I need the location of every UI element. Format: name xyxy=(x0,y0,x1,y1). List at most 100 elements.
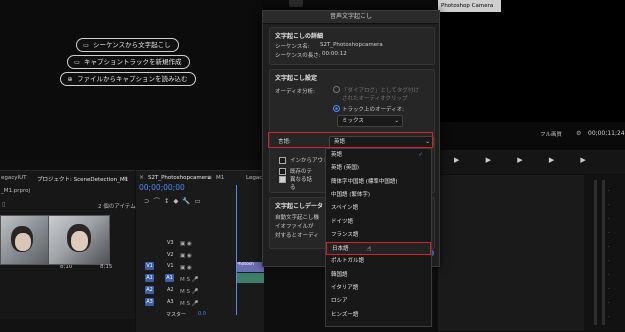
section-title: 文字起こしデータ xyxy=(275,203,324,210)
radio-dialogue-label-2: されたオーディオクリップ xyxy=(342,96,408,102)
timeline-clip-video[interactable]: Photosh xyxy=(236,262,264,272)
transcribe-sequence-button[interactable]: ▭ シーケンスから文字起こし xyxy=(76,38,179,52)
audio-meters: ---------- xyxy=(584,175,625,331)
seq-name-label: シーケンス名: xyxy=(275,44,310,50)
language-option[interactable]: フランス語 xyxy=(326,229,431,242)
speaker-label: 異なる話 xyxy=(290,177,313,183)
section-title: 文字起こし設定 xyxy=(275,75,318,82)
language-option[interactable]: 英語 ✓ xyxy=(326,149,431,162)
timeline-right-area xyxy=(438,175,584,331)
menu-icon[interactable]: ≡ xyxy=(123,175,128,182)
language-option[interactable]: ヒンズー語 xyxy=(326,309,431,322)
language-option[interactable]: 韓国語 xyxy=(326,269,431,282)
master-value[interactable]: 0.0 xyxy=(198,311,206,317)
drag-handle[interactable] xyxy=(289,0,303,7)
radio-dialogue-label: 「ダイアログ」としてタグ付け xyxy=(342,88,419,94)
timeline-timecode[interactable]: 00;00;00;00 xyxy=(139,183,185,192)
program-frame xyxy=(438,0,625,122)
settings-icon[interactable]: ⚙ xyxy=(576,130,581,137)
fit-label[interactable]: フル画質 xyxy=(540,130,562,138)
language-option[interactable]: 簡体字中国語 (標準中国語) xyxy=(326,176,431,189)
track-select[interactable]: ミックス ⌄ xyxy=(337,115,403,127)
checkmark-icon: ✓ xyxy=(418,152,423,158)
language-option[interactable]: 英語 (英国) xyxy=(326,162,431,175)
seq-length-value: 00:00:12 xyxy=(322,51,347,57)
timeline-clip-audio[interactable] xyxy=(236,273,264,283)
import-captions-label: ファイルからキャプションを読み込む xyxy=(77,75,188,83)
language-option[interactable]: ロシア xyxy=(326,295,431,308)
track-a2: A2 xyxy=(167,287,174,293)
a3-source-target[interactable]: A3 xyxy=(145,298,154,306)
audio-analysis-label: オーディオ分析: xyxy=(275,89,315,95)
project-panel: egacyIUT プロジェクト: SceneDetection_M1 ≡ _M1… xyxy=(0,170,136,332)
caption-icon: ▭ xyxy=(83,42,89,49)
timeline-tools: ⊃⌒↕◆🔧▭ xyxy=(144,197,205,205)
a1-track-target[interactable]: A1 xyxy=(165,274,174,282)
language-option[interactable]: ドイツ語 xyxy=(326,216,431,229)
track-v1: V1 xyxy=(167,263,174,269)
data-desc-1: 自動文字起こし機 xyxy=(275,215,320,221)
in-out-checkbox[interactable] xyxy=(279,157,286,164)
language-option[interactable]: 中国語 (繁体字) xyxy=(326,189,431,202)
a1-source-target[interactable]: A1 xyxy=(145,274,154,282)
language-row-highlight xyxy=(268,132,433,148)
data-desc-2: イオファイルが xyxy=(275,224,314,230)
project-file-name: _M1.prproj xyxy=(1,188,31,194)
language-option[interactable]: スペイン語 xyxy=(326,202,431,215)
language-option[interactable]: イタリア語 xyxy=(326,282,431,295)
panel-footer xyxy=(0,319,135,332)
language-option-japanese[interactable]: 日本語 ☝ xyxy=(326,242,431,256)
program-title: Photoshop Camera xyxy=(438,0,501,12)
seq-name-value: S2T_Photoshopcamera xyxy=(320,42,383,48)
folder-icon: ▯ xyxy=(2,201,6,208)
track-controls[interactable]: ▣ ◉ ▣ ◉ ▣ ◉ M S 🎤 M S 🎤 M S 🎤 xyxy=(180,238,199,310)
chevron-down-icon: ⌄ xyxy=(394,118,399,124)
language-dropdown: 英語 ✓ 英語 (英国) 簡体字中国語 (標準中国語) 中国語 (繁体字) スペイ… xyxy=(325,148,432,327)
section-title: 文字起こしの詳細 xyxy=(275,33,324,40)
close-icon[interactable]: × xyxy=(139,174,144,181)
transport-controls[interactable]: ▶ ▶ ▶ ▶ ▶ xyxy=(454,156,598,164)
import-captions-button[interactable]: ⊕ ファイルからキャプションを読み込む xyxy=(60,72,196,86)
clip-thumbnail-2[interactable] xyxy=(48,215,110,265)
new-caption-track-label: キャプショントラックを新規作成 xyxy=(84,58,182,66)
a2-source-target[interactable]: A2 xyxy=(145,286,154,294)
track-v2: V2 xyxy=(167,252,174,258)
track-a3: A3 xyxy=(167,299,174,305)
track-select-value: ミックス xyxy=(342,118,364,124)
meter-left xyxy=(594,180,597,325)
source-monitor: ▭ シーケンスから文字起こし ▭ キャプショントラックを新規作成 ⊕ ファイルからキャ… xyxy=(0,0,262,160)
dialog-title: 音声文字起こし xyxy=(263,11,439,24)
program-timecode: 00;00;11;24 xyxy=(588,130,625,137)
timeline-panel: × S2T_Photoshopcamera ≡ M1 Legacy 00;00;… xyxy=(136,170,266,332)
existing-text-checkbox[interactable] xyxy=(279,168,286,175)
tab-sequence[interactable]: S2T_Photoshopcamera xyxy=(148,175,211,181)
meter-scale: ---------- xyxy=(608,189,610,320)
existing-text-label: 既存のテ xyxy=(290,169,313,175)
transport-bar: ▶ ▶ ▶ ▶ ▶ xyxy=(438,150,625,174)
language-option[interactable]: ポルトガル語 xyxy=(326,255,431,268)
track-v3: V3 xyxy=(167,240,174,246)
caption-icon: ▭ xyxy=(74,59,80,66)
radio-track-label: トラック上のオーディオ: xyxy=(342,107,404,113)
tab-m1[interactable]: M1 xyxy=(216,175,224,181)
radio-track-audio[interactable] xyxy=(333,105,340,112)
seq-length-label: シーケンスの長さ: xyxy=(275,53,321,59)
pointer-cursor-icon: ☝ xyxy=(367,245,372,254)
clip-duration-2: 8;15 xyxy=(100,264,113,270)
tab-project[interactable]: プロジェクト: SceneDetection_M1 xyxy=(37,175,128,183)
new-caption-track-button[interactable]: ▭ キャプショントラックを新規作成 xyxy=(67,55,190,69)
menu-icon[interactable]: ≡ xyxy=(207,174,212,181)
v1-source-target[interactable]: V1 xyxy=(145,262,154,270)
transcribe-sequence-label: シーケンスから文字起こし xyxy=(93,41,171,49)
transcription-details-section: 文字起こしの詳細 シーケンス名: S2T_Photoshopcamera シーケ… xyxy=(269,27,435,65)
radio-dialogue-tagged[interactable] xyxy=(333,86,340,93)
program-monitor: Photoshop Camera フル画質 00;00;11;24 ⚙ xyxy=(438,0,625,150)
in-out-label: インからアウト xyxy=(290,158,329,164)
data-desc-3: 対するとオーディ xyxy=(275,233,319,239)
tab-lut[interactable]: egacyIUT xyxy=(1,175,27,181)
items-count: 2 個のアイテム xyxy=(98,204,136,210)
speaker-label-2: る xyxy=(290,185,296,191)
plus-icon: ⊕ xyxy=(67,76,73,83)
speaker-checkbox[interactable] xyxy=(279,176,286,183)
playhead[interactable] xyxy=(236,185,237,315)
